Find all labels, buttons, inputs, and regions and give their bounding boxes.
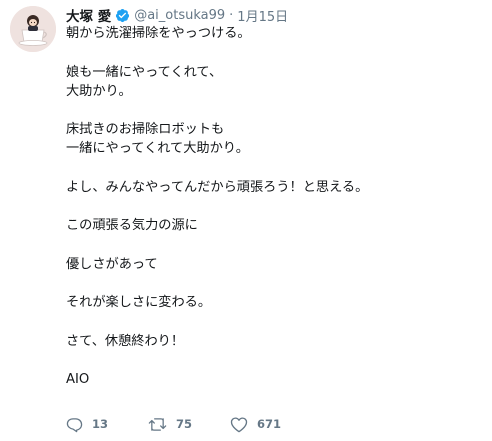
display-name[interactable]: 大塚 愛 [66,5,111,25]
separator-dot: · [229,7,234,23]
tweet-line: それが楽しさに変わる。 [66,295,212,310]
avatar-image [10,6,56,52]
tweet-timestamp[interactable]: 1月15日 [237,6,288,25]
tweet-line: 朝から洗濯掃除をやっつける。 [66,26,251,41]
tweet-actions: 13 75 671 [66,414,310,434]
reply-icon [66,417,83,432]
like-count: 671 [257,417,282,431]
tweet-line: AIO [66,372,90,387]
tweet-line: 優しさがあって [66,256,158,272]
tweet-line: この頑張る気力の源に [66,218,198,233]
reply-button[interactable]: 13 [66,416,148,433]
verified-badge-icon [116,8,130,22]
tweet-line: よし、みんなやってんだから頑張ろう！と思える。 [66,179,369,195]
heart-icon [230,416,248,432]
like-button[interactable]: 671 [230,416,310,433]
user-handle[interactable]: @ai_otsuka99 [134,8,225,23]
retweet-count: 75 [176,417,193,431]
retweet-button[interactable]: 75 [148,416,230,433]
tweet: 大塚 愛 @ai_otsuka99 · 1月15日 朝から洗濯掃除をやっつける。… [0,0,492,441]
retweet-icon [148,417,167,431]
reply-count: 13 [92,417,109,431]
tweet-text: 朝から洗濯掃除をやっつける。 娘も一緒にやってくれて、 大助かり。 床拭きのお掃… [66,24,481,389]
tweet-line: 大助かり。 [66,83,132,99]
avatar[interactable] [10,6,56,52]
tweet-line: 床拭きのお掃除ロボットも [66,122,225,137]
tweet-line: さて、休憩終わり！ [66,333,185,349]
tweet-line: 一緒にやってくれて大助かり。 [66,141,249,156]
tweet-line: 娘も一緒にやってくれて、 [66,64,223,80]
tweet-header: 大塚 愛 @ai_otsuka99 · 1月15日 [66,5,288,26]
